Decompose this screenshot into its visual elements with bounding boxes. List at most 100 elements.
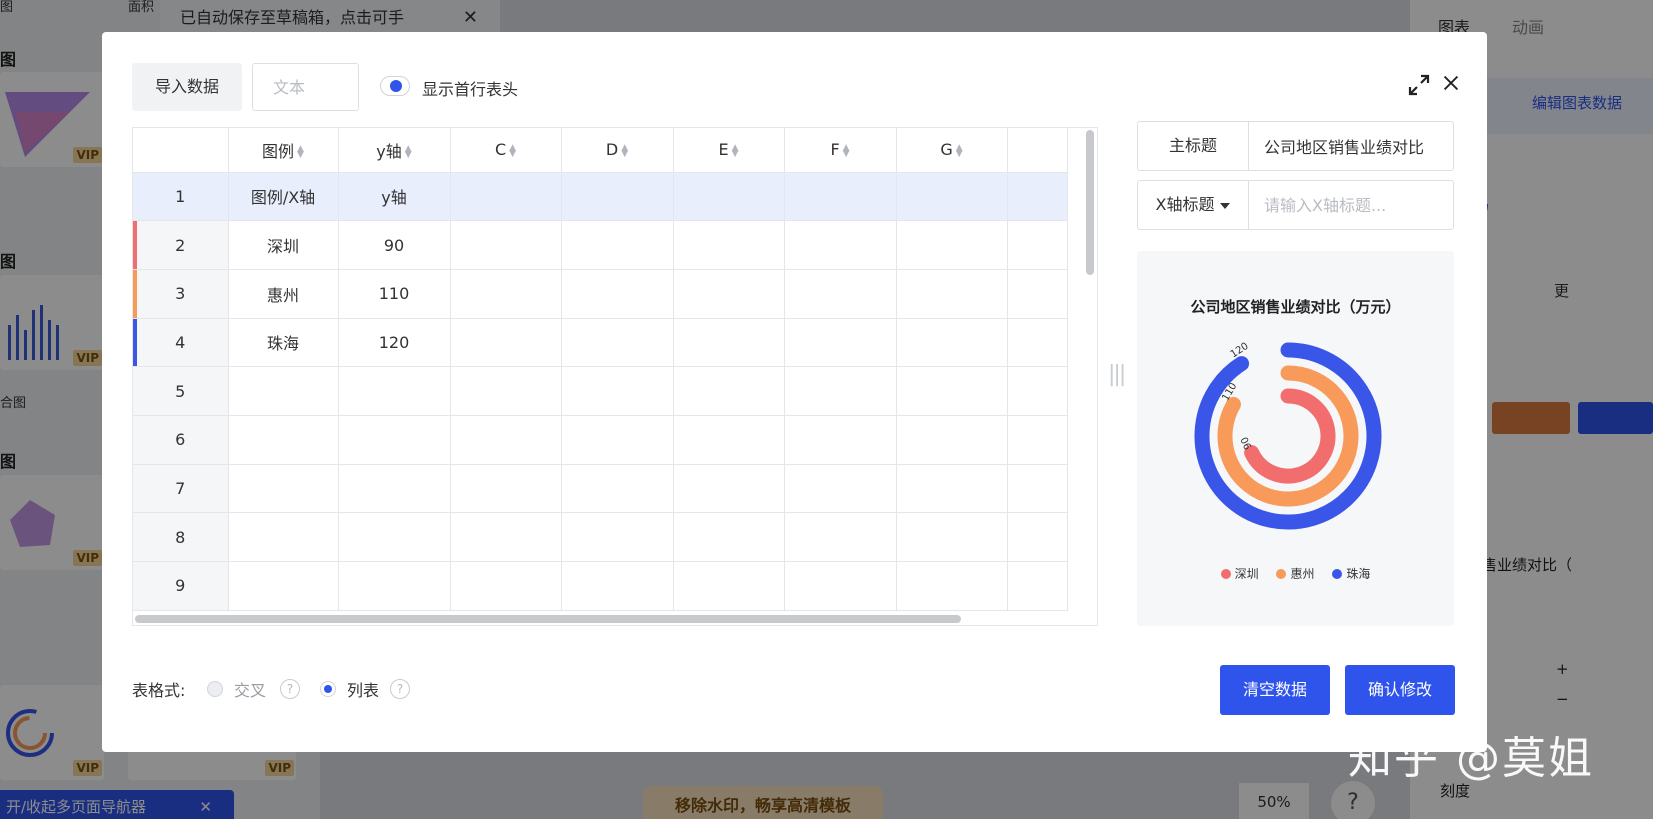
column-header[interactable]: D ▲ ▼ bbox=[561, 128, 674, 173]
table-cell[interactable]: 120 bbox=[338, 318, 451, 368]
close-icon[interactable] bbox=[1440, 72, 1462, 94]
table-cell[interactable]: 90 bbox=[338, 220, 451, 270]
sort-icon[interactable]: ▲ ▼ bbox=[732, 143, 739, 158]
table-cell[interactable] bbox=[450, 415, 562, 465]
expand-icon[interactable] bbox=[1407, 73, 1431, 97]
table-cell[interactable] bbox=[450, 220, 562, 270]
table-cell[interactable] bbox=[1007, 269, 1068, 319]
table-cell[interactable] bbox=[784, 366, 897, 416]
vertical-scrollbar[interactable] bbox=[1086, 130, 1094, 275]
column-header[interactable]: E ▲ ▼ bbox=[673, 128, 785, 173]
table-cell[interactable] bbox=[338, 366, 451, 416]
table-cell[interactable]: y轴 bbox=[338, 172, 451, 222]
table-cell[interactable] bbox=[338, 512, 451, 562]
table-cell[interactable] bbox=[673, 269, 785, 319]
import-data-button[interactable]: 导入数据 bbox=[132, 63, 242, 111]
table-cell[interactable] bbox=[561, 318, 674, 368]
table-cell[interactable] bbox=[450, 561, 562, 611]
row-number[interactable]: 2 bbox=[133, 220, 229, 270]
table-cell[interactable] bbox=[561, 366, 674, 416]
table-cell[interactable] bbox=[450, 172, 562, 222]
format-list-radio[interactable] bbox=[320, 681, 336, 697]
table-cell[interactable] bbox=[673, 512, 785, 562]
table-cell[interactable] bbox=[896, 269, 1008, 319]
table-cell[interactable] bbox=[338, 561, 451, 611]
table-cell[interactable] bbox=[673, 318, 785, 368]
table-cell[interactable]: 惠州 bbox=[228, 269, 339, 319]
table-cell[interactable] bbox=[228, 464, 339, 514]
x-axis-title-input[interactable] bbox=[1264, 181, 1449, 229]
table-cell[interactable] bbox=[896, 172, 1008, 222]
table-cell[interactable] bbox=[896, 512, 1008, 562]
row-number[interactable]: 9 bbox=[133, 561, 229, 611]
table-cell[interactable] bbox=[784, 318, 897, 368]
table-cell[interactable] bbox=[450, 318, 562, 368]
table-cell[interactable] bbox=[1007, 366, 1068, 416]
table-cell[interactable] bbox=[896, 220, 1008, 270]
clear-data-button[interactable]: 清空数据 bbox=[1220, 665, 1330, 715]
table-cell[interactable] bbox=[673, 415, 785, 465]
table-cell[interactable] bbox=[896, 561, 1008, 611]
sort-icon[interactable]: ▲ ▼ bbox=[405, 145, 412, 160]
table-cell[interactable] bbox=[673, 172, 785, 222]
show-header-toggle[interactable] bbox=[380, 76, 410, 96]
sort-icon[interactable]: ▲ ▼ bbox=[956, 143, 963, 158]
column-header[interactable]: y轴 ▲ ▼ bbox=[338, 128, 451, 173]
table-cell[interactable] bbox=[784, 464, 897, 514]
table-cell[interactable] bbox=[561, 561, 674, 611]
table-cell[interactable] bbox=[561, 172, 674, 222]
row-number[interactable]: 7 bbox=[133, 464, 229, 514]
cell-text-input[interactable] bbox=[252, 63, 359, 111]
table-cell[interactable] bbox=[784, 269, 897, 319]
confirm-button[interactable]: 确认修改 bbox=[1345, 665, 1455, 715]
table-cell[interactable] bbox=[228, 561, 339, 611]
column-header[interactable]: 图例 ▲ ▼ bbox=[228, 128, 339, 173]
table-cell[interactable] bbox=[450, 464, 562, 514]
row-number[interactable]: 8 bbox=[133, 512, 229, 562]
table-cell[interactable] bbox=[561, 512, 674, 562]
table-cell[interactable] bbox=[450, 512, 562, 562]
table-cell[interactable] bbox=[561, 415, 674, 465]
table-cell[interactable] bbox=[561, 269, 674, 319]
table-cell[interactable] bbox=[784, 415, 897, 465]
main-title-input[interactable] bbox=[1264, 122, 1449, 170]
table-cell[interactable] bbox=[896, 464, 1008, 514]
column-header[interactable]: G ▲ ▼ bbox=[896, 128, 1008, 173]
table-cell[interactable] bbox=[673, 220, 785, 270]
resize-handle[interactable]: ||| bbox=[1108, 362, 1128, 392]
table-cell[interactable] bbox=[1007, 172, 1068, 222]
table-cell[interactable] bbox=[1007, 512, 1068, 562]
table-cell[interactable] bbox=[896, 415, 1008, 465]
table-cell[interactable] bbox=[1007, 318, 1068, 368]
row-number[interactable]: 1 bbox=[133, 172, 229, 222]
help-icon[interactable]: ? bbox=[280, 679, 300, 699]
column-header[interactable]: C ▲ ▼ bbox=[450, 128, 562, 173]
sort-icon[interactable]: ▲ ▼ bbox=[621, 143, 628, 158]
row-number[interactable]: 4 bbox=[133, 318, 229, 368]
table-cell[interactable] bbox=[1007, 464, 1068, 514]
table-cell[interactable] bbox=[228, 415, 339, 465]
sort-icon[interactable]: ▲ ▼ bbox=[843, 143, 850, 158]
column-header[interactable]: F ▲ ▼ bbox=[784, 128, 897, 173]
table-cell[interactable] bbox=[561, 464, 674, 514]
table-cell[interactable] bbox=[673, 464, 785, 514]
table-cell[interactable] bbox=[673, 561, 785, 611]
table-cell[interactable] bbox=[338, 464, 451, 514]
table-cell[interactable] bbox=[784, 172, 897, 222]
sort-icon[interactable]: ▲ ▼ bbox=[297, 145, 304, 160]
sort-icon[interactable]: ▲ ▼ bbox=[509, 143, 516, 158]
help-icon[interactable]: ? bbox=[390, 679, 410, 699]
table-cell[interactable] bbox=[228, 366, 339, 416]
table-cell[interactable]: 珠海 bbox=[228, 318, 339, 368]
table-cell[interactable] bbox=[338, 415, 451, 465]
table-cell[interactable] bbox=[896, 366, 1008, 416]
row-number[interactable]: 6 bbox=[133, 415, 229, 465]
row-number[interactable]: 3 bbox=[133, 269, 229, 319]
table-cell[interactable]: 深圳 bbox=[228, 220, 339, 270]
table-cell[interactable] bbox=[450, 366, 562, 416]
table-cell[interactable]: 110 bbox=[338, 269, 451, 319]
table-cell[interactable] bbox=[1007, 415, 1068, 465]
x-axis-title-select[interactable]: X轴标题 bbox=[1138, 181, 1249, 229]
table-cell[interactable] bbox=[228, 512, 339, 562]
table-cell[interactable] bbox=[784, 561, 897, 611]
